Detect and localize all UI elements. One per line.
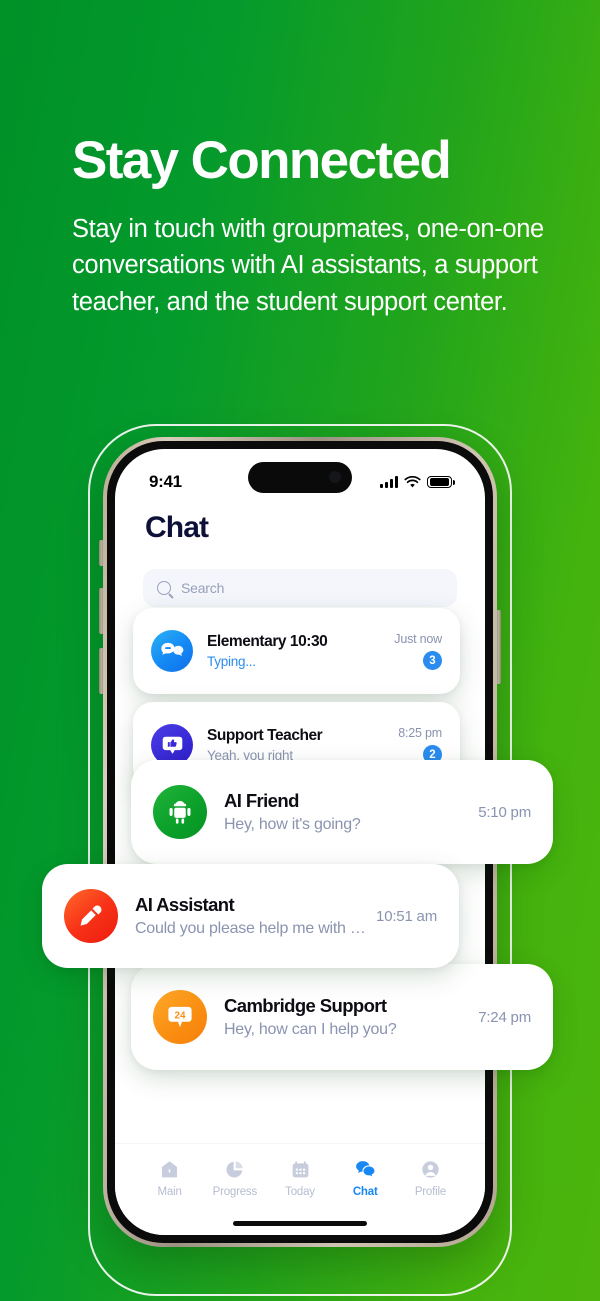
- chat-preview: Could you please help me with essay s...: [135, 920, 367, 937]
- chat-meta: Just now 3: [394, 632, 442, 670]
- hero-title: Stay Connected: [72, 131, 452, 190]
- chat-meta: 10:51 am: [376, 908, 437, 925]
- home-indicator[interactable]: [233, 1221, 367, 1226]
- chat-time: Just now: [394, 632, 442, 646]
- tab-label: Main: [157, 1186, 182, 1198]
- pen-icon: [64, 889, 118, 943]
- tab-today[interactable]: Today: [267, 1158, 332, 1198]
- chat-time: 10:51 am: [376, 907, 437, 925]
- list-item[interactable]: Elementary 10:30 Typing... Just now 3: [133, 608, 460, 694]
- dynamic-island: [248, 462, 352, 493]
- chat-name: Cambridge Support: [224, 995, 387, 1016]
- tab-profile[interactable]: Profile: [398, 1158, 463, 1198]
- chat-name: AI Assistant: [135, 894, 235, 915]
- tab-progress[interactable]: Progress: [202, 1158, 267, 1198]
- tab-chat[interactable]: Chat: [333, 1158, 398, 1198]
- group-chat-bubbles-icon: [151, 630, 193, 672]
- front-camera-icon: [329, 471, 341, 483]
- chat-text-block: Support Teacher Yeah, you right: [207, 727, 388, 763]
- tab-main[interactable]: Main: [137, 1158, 202, 1198]
- search-placeholder: Search: [181, 580, 225, 596]
- chat-meta: 7:24 pm: [478, 1009, 531, 1026]
- status-time: 9:41: [149, 472, 182, 491]
- calendar-icon: [290, 1158, 311, 1180]
- page-title: Chat: [145, 511, 209, 544]
- wifi-icon: [404, 475, 421, 487]
- chat-text-block: AI Assistant Could you please help me wi…: [135, 894, 366, 938]
- chat-icon: [354, 1158, 377, 1180]
- hero-section: Stay Connected Stay in touch with groupm…: [72, 132, 552, 320]
- search-icon: [157, 581, 171, 595]
- tab-label: Profile: [414, 1186, 447, 1198]
- chat-text-block: AI Friend Hey, how it's going?: [224, 790, 468, 834]
- chat-time: 8:25 pm: [398, 726, 442, 740]
- chat-meta: 5:10 pm: [478, 804, 531, 821]
- hero-subtitle: Stay in touch with groupmates, one-on-on…: [72, 215, 544, 316]
- battery-icon: [427, 475, 455, 489]
- cellular-bars-icon: [380, 476, 398, 488]
- tab-label: Progress: [212, 1186, 258, 1198]
- chat-text-block: Cambridge Support Hey, how can I help yo…: [224, 995, 468, 1039]
- list-item[interactable]: AI Friend Hey, how it's going? 5:10 pm: [131, 760, 553, 864]
- tab-label: Today: [285, 1186, 315, 1198]
- list-item[interactable]: 24 Cambridge Support Hey, how can I help…: [131, 964, 553, 1070]
- chat-preview: Hey, how it's going?: [224, 816, 361, 833]
- tab-label: Chat: [352, 1186, 378, 1198]
- svg-text:24: 24: [175, 1010, 186, 1021]
- person-icon: [420, 1158, 441, 1180]
- chat-time: 5:10 pm: [478, 803, 531, 821]
- chat-meta: 8:25 pm 2: [398, 726, 442, 764]
- status-badge: 3: [423, 651, 442, 670]
- chat-preview: Hey, how can I help you?: [224, 1021, 397, 1038]
- home-icon: [159, 1158, 180, 1180]
- chat-text-block: Elementary 10:30 Typing...: [207, 633, 384, 669]
- chat-name: Elementary 10:30: [207, 633, 328, 650]
- status-icons: [380, 475, 455, 489]
- chat-name: AI Friend: [224, 790, 299, 811]
- chat-time: 7:24 pm: [478, 1008, 531, 1026]
- twentyfour-bubble-icon: 24: [153, 990, 207, 1044]
- list-item[interactable]: AI Assistant Could you please help me wi…: [42, 864, 459, 968]
- pie-chart-icon: [224, 1158, 245, 1180]
- search-input[interactable]: Search: [143, 569, 457, 607]
- android-robot-icon: [153, 785, 207, 839]
- chat-name: Support Teacher: [207, 727, 323, 744]
- chat-preview: Typing...: [207, 654, 256, 669]
